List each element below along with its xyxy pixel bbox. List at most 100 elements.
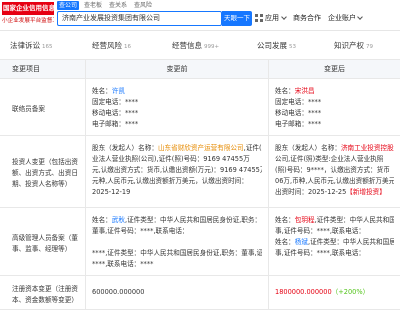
before-cell: 姓名：许凯 固定电话：**** 移动电话：**** 电子邮箱：**** xyxy=(86,79,269,135)
search-tab-relation[interactable]: 查关系 xyxy=(107,1,129,10)
tab-ip-label: 知识产权 xyxy=(334,41,364,50)
after-name: 姓名：宋洪昌 xyxy=(275,86,394,97)
company-link[interactable]: 山东省财欣资产运营有限公司 xyxy=(158,144,244,152)
capital-change-percent: （+200%） xyxy=(331,288,370,296)
name-label: 姓名： xyxy=(92,87,112,95)
person-link[interactable]: 宋洪昌 xyxy=(295,87,315,95)
before-cell: 姓名：武秋,证件类型：中华人民共和国居民身份证,职务：董事,证件号码：****,… xyxy=(86,208,269,275)
before-line-3: ****,联系电话：**** xyxy=(92,260,154,268)
after-line-4: 06万,币种,人民币元,认缴出资额折万美元 xyxy=(275,177,394,185)
text: 出资时间：2025-12-25 xyxy=(275,188,347,196)
after-line-2: 事,证件号码：****,联系电话： xyxy=(275,227,365,235)
text: ,证件类型：中华人民共和国居民身份 xyxy=(307,238,394,246)
after-line-3: (照)号码：9****，认缴出资方式：货币 xyxy=(275,166,390,174)
tab-business-label: 经营信息 xyxy=(172,41,202,50)
after-line-2: 公司,证件(照)类型:企业法人营业执照 xyxy=(275,155,384,163)
nav-business-cooperation[interactable]: 商务合作 xyxy=(293,13,321,23)
logo-title: 国家企业信用信息公示系统 xyxy=(3,4,54,12)
before-phone: 固定电话：**** xyxy=(92,98,139,106)
table-row: 注册资本变更（注册资本、资金数额等变更） 600000.000000 18000… xyxy=(0,276,400,310)
before-line-2: ****,证件类型：中华人民共和国居民身份证,职务：董事,证件号码 xyxy=(92,249,262,257)
nav-app-label: 应用 xyxy=(265,14,279,22)
before-line-2: 业法人营业执照(公司),证件(照)号码：9169 47455万 xyxy=(92,155,250,163)
search-type-tabs: 查公司 查老板 查关系 查风险 xyxy=(57,1,154,10)
section-tabs: 法律诉讼 165 经营风险 16 经营信息 999+ 公司发展 53 知识产权 79 xyxy=(0,40,400,54)
person-link[interactable]: 杨斌 xyxy=(295,238,308,246)
before-cell: 股东（发起人）名称：山东省财欣资产运营有限公司,证件(照)类型:企 业法人营业执… xyxy=(86,136,269,207)
logo-banner: 国家企业信用信息公示系统 xyxy=(2,2,54,15)
table-row: 投资人变更（包括出资额、出资方式、出资日期、投资人名称等） 股东（发起人）名称：… xyxy=(0,136,400,208)
after-cell: 姓名：包玥程,证件类型：中华人民共和国居民身份 事,证件号码：****,联系电话… xyxy=(269,208,400,275)
label: 股东（发起人）名称： xyxy=(92,144,158,152)
after-email: 电子邮箱：**** xyxy=(275,120,322,128)
after-cell: 股东（发起人）名称：济南工业投资控股集团有限公司 公司,证件(照)类型:企业法人… xyxy=(269,136,400,207)
nav-app-menu[interactable]: 应用 xyxy=(255,13,287,23)
label: 股东（发起人）名称： xyxy=(275,144,341,152)
tab-development-count: 53 xyxy=(289,44,296,50)
before-email: 电子邮箱：**** xyxy=(92,120,139,128)
before-line-5: 2025-12-19 xyxy=(92,188,131,196)
header-after: 变更后 xyxy=(324,65,345,73)
header-item: 变更项目 xyxy=(0,60,86,78)
text: ,证件类型：中华人民共和国居民身份 xyxy=(314,216,394,224)
nav-enterprise-label: 企业账户 xyxy=(328,14,356,22)
chevron-down-icon xyxy=(357,14,363,20)
after-cell: 1800000.000000 （+200%） xyxy=(269,276,400,309)
before-name: 姓名：许凯 xyxy=(92,86,262,97)
tab-legal[interactable]: 法律诉讼 165 xyxy=(10,40,53,53)
header-before: 变更前 xyxy=(86,60,269,78)
header-nav: 应用 商务合作 企业账户 xyxy=(255,10,363,26)
search-button[interactable]: 天眼一下 xyxy=(222,11,252,26)
change-item: 注册资本变更（注册资本、资金数额等变更） xyxy=(0,276,86,309)
before-line-1: 姓名：武秋,证件类型：中华人民共和国居民身份证,职务：董事,证件号码：****,… xyxy=(92,215,262,248)
before-line-4: 元种,人民币元,认缴出资额折万美元，认缴出资时间： xyxy=(92,177,248,185)
change-item: 投资人变更（包括出资额、出资方式、出资日期、投资人名称等） xyxy=(0,136,86,207)
top-header: 国家企业信用信息公示系统 小企业发展平台监督工具 查公司 查老板 查关系 查风险… xyxy=(0,0,400,31)
tab-legal-label: 法律诉讼 xyxy=(10,41,40,50)
before-cell: 600000.000000 xyxy=(86,276,269,309)
person-link[interactable]: 武秋 xyxy=(112,216,125,224)
search-tab-risk[interactable]: 查风险 xyxy=(132,1,154,10)
registered-capital-before: 600000.000000 xyxy=(92,288,145,296)
after-line-1: 股东（发起人）名称：济南工业投资控股集团有限公司 xyxy=(275,143,394,154)
nav-enterprise-account[interactable]: 企业账户 xyxy=(328,13,363,23)
tab-risk[interactable]: 经营风险 16 xyxy=(92,40,131,53)
before-line-1: 股东（发起人）名称：山东省财欣资产运营有限公司,证件(照)类型:企 xyxy=(92,143,262,154)
after-line-4: 事,证件号码：****,联系电话： xyxy=(275,249,365,257)
name-label: 姓名： xyxy=(275,87,295,95)
tab-risk-count: 16 xyxy=(124,44,131,50)
text: ,证件(照)类型:企 xyxy=(243,144,262,152)
search-tab-boss[interactable]: 查老板 xyxy=(82,1,104,10)
tab-business-count: 999+ xyxy=(204,44,220,50)
before-line-3: 元,认缴出资方式：货币,认缴出资额(万元)：9169 47455万 xyxy=(92,166,262,174)
company-link[interactable]: 济南工业投资控股集团有限公司 xyxy=(341,144,394,152)
tab-risk-label: 经营风险 xyxy=(92,41,122,50)
chevron-down-icon xyxy=(281,14,287,20)
tab-ip[interactable]: 知识产权 79 xyxy=(334,40,373,53)
tab-development-label: 公司发展 xyxy=(257,41,287,50)
logo-subtitle: 小企业发展平台监督工具 xyxy=(2,18,54,24)
tab-business-info[interactable]: 经营信息 999+ xyxy=(172,40,219,53)
new-investment-tag: 【新增投资】 xyxy=(346,188,386,196)
after-cell: 姓名：宋洪昌 固定电话：**** 移动电话：**** 电子邮箱：**** xyxy=(269,79,400,135)
after-mobile: 移动电话：**** xyxy=(275,109,322,117)
person-link[interactable]: 包玥程 xyxy=(295,216,315,224)
tab-development[interactable]: 公司发展 53 xyxy=(257,40,296,53)
search-input[interactable] xyxy=(62,12,217,25)
table-row: 联络员备案 姓名：许凯 固定电话：**** 移动电话：**** 电子邮箱：***… xyxy=(0,79,400,136)
before-mobile: 移动电话：**** xyxy=(92,109,139,117)
after-line-1: 姓名：包玥程,证件类型：中华人民共和国居民身份 xyxy=(275,215,394,226)
change-item: 联络员备案 xyxy=(0,79,86,135)
table-header-row: 变更项目 变更前 变更后 xyxy=(0,59,400,79)
change-item: 高级管理人员备案（董事、监事、经理等） xyxy=(0,208,86,275)
app-grid-icon xyxy=(255,14,263,22)
tab-legal-count: 165 xyxy=(42,44,53,50)
site-logo[interactable]: 国家企业信用信息公示系统 小企业发展平台监督工具 xyxy=(2,2,54,28)
person-link[interactable]: 许凯 xyxy=(112,87,125,95)
after-line-3: 姓名：杨斌,证件类型：中华人民共和国居民身份 xyxy=(275,237,394,248)
after-phone: 固定电话：**** xyxy=(275,98,322,106)
label: 姓名： xyxy=(275,216,295,224)
registered-capital-after: 1800000.000000 xyxy=(275,288,332,296)
label: 姓名： xyxy=(275,238,295,246)
search-tab-company[interactable]: 查公司 xyxy=(57,1,80,10)
